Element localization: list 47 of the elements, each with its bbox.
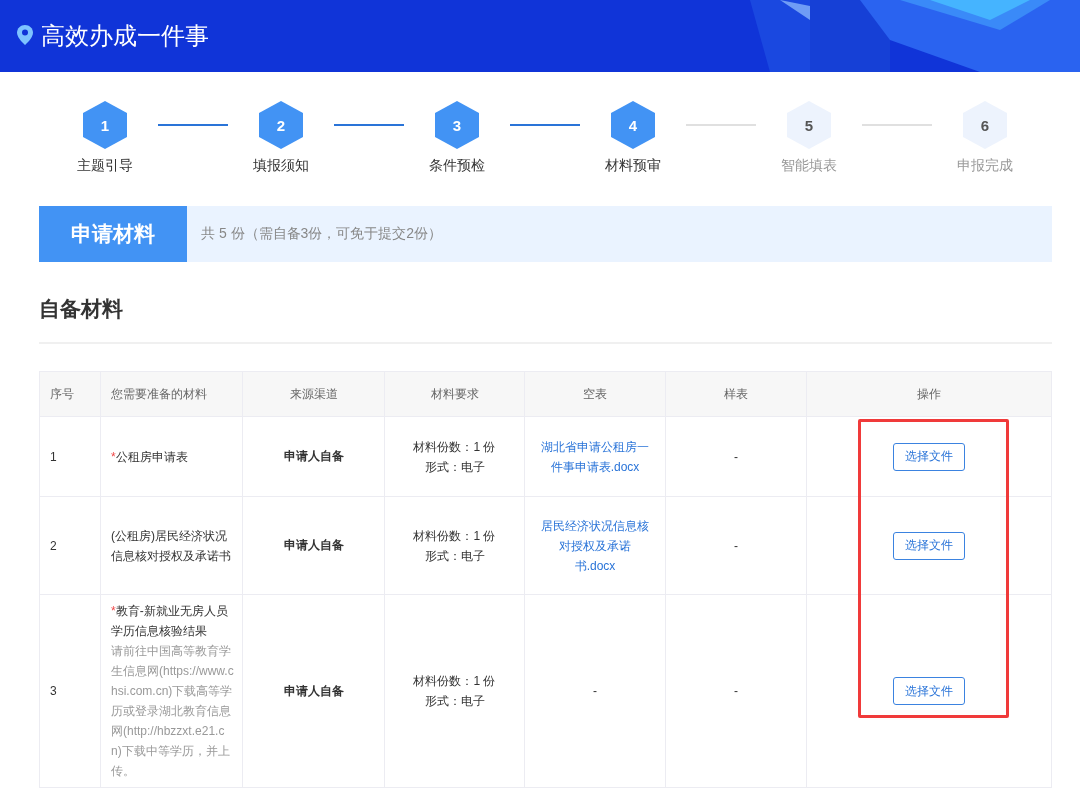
column-header: 材料要求 — [384, 371, 525, 417]
step-label: 填报须知 — [253, 157, 309, 175]
table-cell: - — [665, 496, 807, 595]
choose-file-button[interactable]: 选择文件 — [893, 442, 965, 471]
step-done-icon: 4 — [610, 100, 656, 150]
step-label: 主题引导 — [77, 157, 133, 175]
section-summary: 共 5 份（需自备3份，可免于提交2份） — [201, 225, 443, 243]
table-cell: - — [665, 416, 807, 497]
table-cell: 申请人自备 — [242, 594, 385, 788]
table-cell: - — [593, 684, 597, 698]
material-name: *公租房申请表 — [111, 448, 189, 466]
table-cell: 申请人自备 — [242, 496, 385, 595]
column-header: 空表 — [524, 371, 666, 417]
step-pending-icon: 6 — [962, 100, 1008, 150]
requirement-text: 形式：电子 — [423, 458, 486, 476]
requirement-text: 材料份数：1 份 — [412, 527, 497, 545]
step-done-icon: 2 — [258, 100, 304, 150]
subsection-title: 自备材料 — [39, 296, 124, 322]
step-pending-icon: 5 — [786, 100, 832, 150]
page-title: 高效办成一件事 — [41, 21, 209, 51]
table-cell: 3 — [39, 594, 101, 788]
location-pin-icon — [17, 25, 33, 47]
table-cell: - — [665, 594, 807, 788]
table-cell: 申请人自备 — [242, 416, 385, 497]
table-cell: 2 — [39, 496, 101, 595]
material-name: *教育-新就业无房人员学历信息核验结果 — [111, 603, 229, 640]
requirement-text: 材料份数：1 份 — [412, 673, 497, 690]
step-done-icon: 1 — [82, 100, 128, 150]
step-label: 申报完成 — [957, 157, 1013, 175]
step-done-icon: 3 — [434, 100, 480, 150]
choose-file-button[interactable]: 选择文件 — [893, 531, 965, 560]
section-tab[interactable]: 申请材料 — [39, 206, 187, 262]
requirement-text: 形式：电子 — [423, 547, 486, 565]
table-cell: 1 — [39, 416, 101, 497]
step-label: 材料预审 — [605, 157, 661, 175]
column-header: 序号 — [39, 371, 101, 417]
step-label: 条件预检 — [429, 157, 485, 175]
requirement-text: 形式：电子 — [423, 693, 486, 710]
column-header: 来源渠道 — [242, 371, 385, 417]
material-name: (公租房)居民经济状况信息核对授权及承诺书 — [111, 527, 232, 565]
column-header: 操作 — [806, 371, 1052, 417]
column-header: 样表 — [665, 371, 807, 417]
step-label: 智能填表 — [781, 157, 837, 175]
column-header: 您需要准备的材料 — [100, 371, 243, 417]
requirement-text: 材料份数：1 份 — [412, 438, 497, 456]
material-note: 请前往中国高等教育学生信息网(https://www.chsi.com.cn)下载高等学历或登录湖北教育信息网(http://hbzzxt.e21.cn)下载中等学历，并上传。 — [111, 643, 234, 780]
choose-file-button[interactable]: 选择文件 — [893, 677, 965, 705]
